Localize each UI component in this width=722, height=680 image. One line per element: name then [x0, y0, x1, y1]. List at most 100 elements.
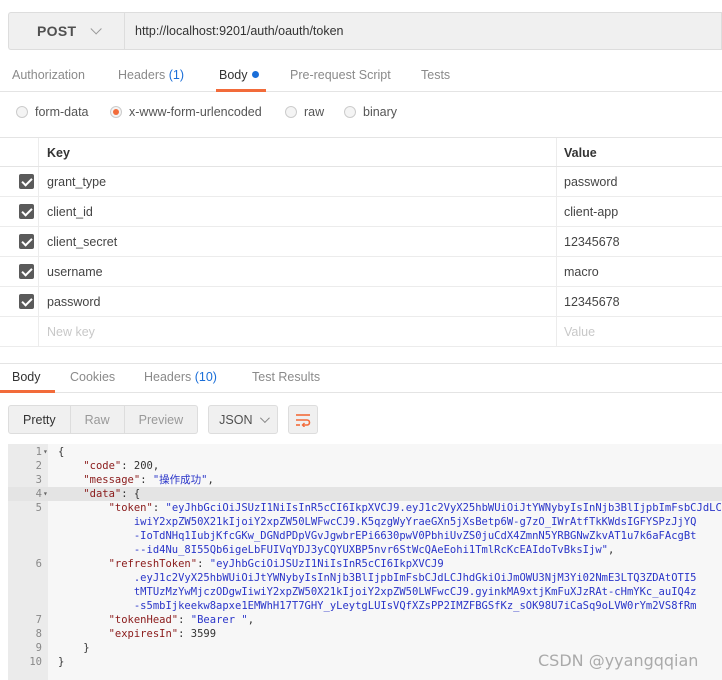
param-key[interactable]: password	[47, 295, 101, 309]
line-number: 4	[35, 488, 42, 500]
table-header: Key Value	[0, 137, 722, 167]
checkbox-checked-icon[interactable]	[19, 174, 34, 189]
line-number: 7	[35, 614, 42, 626]
radio-icon	[16, 106, 28, 118]
radio-x-www-form-urlencoded[interactable]: x-www-form-urlencoded	[110, 105, 262, 119]
new-key-input[interactable]: New key	[47, 325, 95, 339]
tab-response-body[interactable]: Body	[12, 370, 41, 384]
line-number: 2	[35, 460, 42, 472]
tab-authorization[interactable]: Authorization	[12, 68, 85, 82]
param-key[interactable]: client_secret	[47, 235, 117, 249]
code-text: "expiresIn": 3599	[108, 628, 217, 640]
radio-label: x-www-form-urlencoded	[129, 105, 262, 119]
line-number: 5	[35, 502, 42, 514]
new-value-input[interactable]: Value	[564, 325, 595, 339]
param-key[interactable]: client_id	[47, 205, 93, 219]
code-line: -s5mbIjkeekw8apxe1EMWhH17T7GHY_yLeytgLUI…	[8, 599, 722, 613]
code-text: {	[58, 446, 65, 458]
code-text: -s5mbIjkeekw8apxe1EMWhH17T7GHY_yLeytgLUI…	[58, 600, 697, 612]
tab-body[interactable]: Body	[219, 68, 259, 82]
code-text: "data": {	[83, 488, 141, 500]
param-key[interactable]: grant_type	[47, 175, 106, 189]
response-toolbar: Pretty Raw Preview JSON	[8, 405, 319, 434]
table-row: client_secret 12345678	[0, 227, 722, 257]
wrap-lines-button[interactable]	[288, 405, 319, 434]
wrap-lines-icon	[296, 413, 311, 427]
checkbox-checked-icon[interactable]	[19, 264, 34, 279]
param-value[interactable]: client-app	[564, 205, 618, 219]
code-line: 2 "code": 200,	[8, 459, 722, 473]
code-line: .eyJ1c2VyX25hbWUiOiJtYWNybyIsInNjb3BlIjp…	[8, 571, 722, 585]
active-tab-indicator	[216, 89, 266, 92]
headers-count: (1)	[168, 68, 185, 82]
key-column-header: Key	[47, 146, 70, 160]
active-tab-indicator	[0, 390, 55, 393]
code-text: tMTUzMzYwMjczODgwIiwiY2xpZW50X21kIjoiY2x…	[58, 586, 697, 598]
request-bar: POST http://localhost:9201/auth/oauth/to…	[8, 12, 722, 50]
checkbox-checked-icon[interactable]	[19, 204, 34, 219]
method-dropdown[interactable]: POST	[8, 12, 124, 50]
radio-selected-icon	[110, 106, 122, 118]
param-key[interactable]: username	[47, 265, 103, 279]
chevron-down-icon	[260, 413, 271, 424]
tab-cookies[interactable]: Cookies	[70, 370, 115, 384]
param-value[interactable]: 12345678	[564, 295, 620, 309]
tab-headers[interactable]: Headers (1)	[118, 68, 184, 82]
code-line: iwiY2xpZW50X21kIjoiY2xpZW50LWFwcCJ9.K5qz…	[8, 515, 722, 529]
tab-tests[interactable]: Tests	[421, 68, 450, 82]
code-line: 3 "message": "操作成功",	[8, 473, 722, 487]
view-preview-button[interactable]: Preview	[124, 405, 199, 434]
code-text: "refreshToken": "eyJhbGciOiJSUzI1NiIsInR…	[108, 558, 444, 570]
code-line: -IoTdNHq1IubjKfcGKw_DGNdPDpVGvJgwbrEPi66…	[8, 529, 722, 543]
tab-pre-request-script[interactable]: Pre-request Script	[290, 68, 391, 82]
response-body-code[interactable]: 1 ▾{2 "code": 200, 3 "message": "操作成功", 4 ▾ …	[8, 444, 722, 680]
param-value[interactable]: password	[564, 175, 618, 189]
tab-label: Test Results	[252, 370, 321, 384]
code-text: -IoTdNHq1IubjKfcGKw_DGNdPDpVGvJgwbrEPi66…	[58, 530, 697, 542]
view-pretty-button[interactable]: Pretty	[8, 405, 71, 434]
line-number: 8	[35, 628, 42, 640]
code-line: --id4Nu_8I55Qb6igeLbFUIVqYDJ3yCQYUXBP5nv…	[8, 543, 722, 557]
url-value: http://localhost:9201/auth/oauth/token	[135, 24, 344, 38]
tab-test-results[interactable]: Test Results	[252, 370, 320, 384]
tab-label: Cookies	[70, 370, 116, 384]
url-input[interactable]: http://localhost:9201/auth/oauth/token	[124, 12, 722, 50]
tab-label: Pre-request Script	[290, 68, 391, 82]
new-param-row: New key Value	[0, 317, 722, 347]
format-dropdown[interactable]: JSON	[208, 405, 279, 434]
code-line: 8 "expiresIn": 3599	[8, 627, 722, 641]
line-number: 9	[35, 642, 42, 654]
line-number: 3	[35, 474, 42, 486]
param-value[interactable]: 12345678	[564, 235, 620, 249]
code-text: "code": 200,	[83, 460, 160, 472]
code-line: 6 "refreshToken": "eyJhbGciOiJSUzI1NiIsI…	[8, 557, 722, 571]
view-raw-button[interactable]: Raw	[70, 405, 125, 434]
code-text: "message": "操作成功",	[83, 474, 214, 486]
param-value[interactable]: macro	[564, 265, 599, 279]
checkbox-checked-icon[interactable]	[19, 294, 34, 309]
tab-label: Tests	[421, 68, 451, 82]
format-label: JSON	[219, 412, 253, 427]
radio-form-data[interactable]: form-data	[16, 105, 89, 119]
line-number: 10	[29, 656, 42, 668]
radio-label: binary	[363, 105, 398, 119]
table-row: password 12345678	[0, 287, 722, 317]
tab-label: Headers	[118, 68, 166, 82]
radio-label: form-data	[35, 105, 89, 119]
response-tabs: Body Cookies Headers (10) Test Results	[0, 363, 722, 393]
fold-toggle-icon[interactable]: ▾	[43, 487, 48, 501]
radio-raw[interactable]: raw	[285, 105, 324, 119]
tab-response-headers[interactable]: Headers (10)	[144, 370, 217, 384]
code-line: 5 "token": "eyJhbGciOiJSUzI1NiIsInR5cCI6…	[8, 501, 722, 515]
tab-label: Headers	[144, 370, 192, 384]
modified-dot-icon	[251, 71, 259, 78]
code-line: 1 ▾ {	[8, 445, 722, 459]
radio-icon	[285, 106, 297, 118]
tab-label: Body	[219, 68, 248, 82]
method-label: POST	[37, 23, 77, 39]
radio-binary[interactable]: binary	[344, 105, 397, 119]
radio-label: raw	[304, 105, 325, 119]
code-text: "token": "eyJhbGciOiJSUzI1NiIsInR5cCI6Ik…	[108, 502, 722, 514]
fold-toggle-icon[interactable]: ▾	[43, 445, 48, 459]
checkbox-checked-icon[interactable]	[19, 234, 34, 249]
